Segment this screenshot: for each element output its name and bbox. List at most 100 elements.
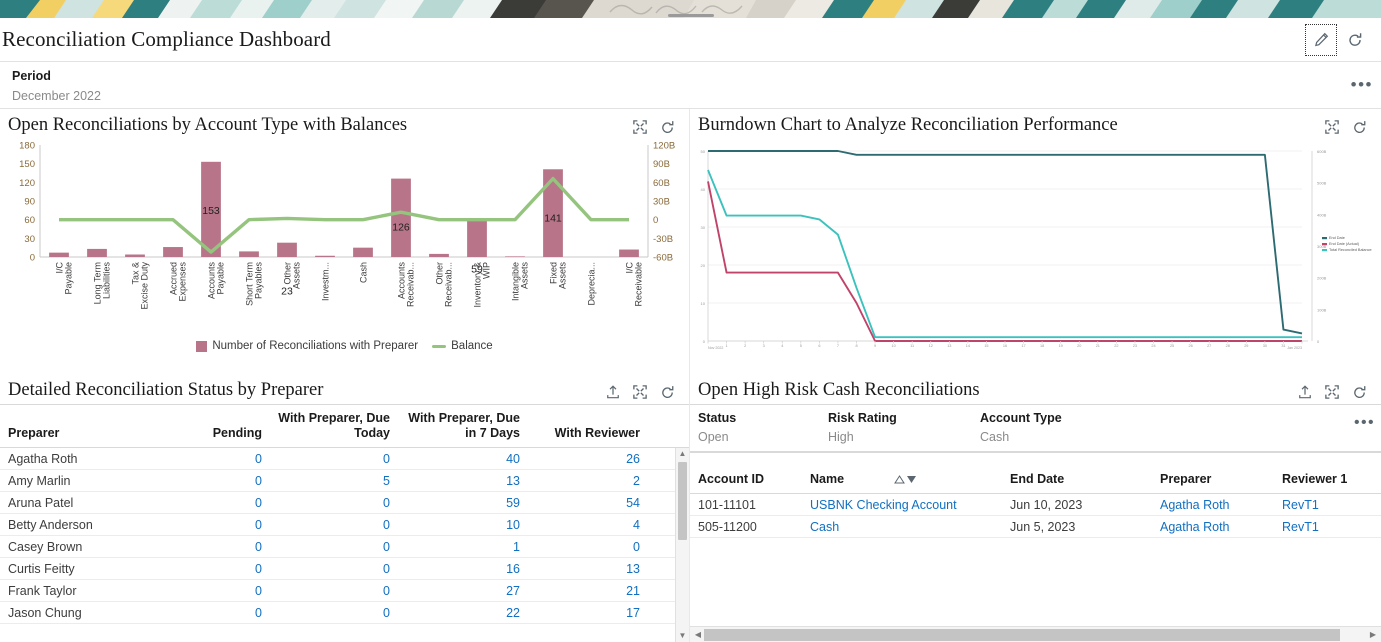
svg-text:60B: 60B <box>653 178 670 189</box>
cell-pending[interactable]: 0 <box>200 492 270 514</box>
col-header-preparer[interactable]: Preparer <box>1152 470 1274 489</box>
col-header-due-7-days[interactable]: With Preparer, Due in 7 Days <box>398 409 528 443</box>
cell-preparer[interactable]: Agatha Roth <box>1152 516 1274 538</box>
legend-item-reconciliations: Number of Reconciliations with Preparer <box>196 340 418 352</box>
cell-reviewer-1[interactable]: RevT1 <box>1274 516 1374 538</box>
refresh-icon[interactable] <box>655 380 679 404</box>
period-more-menu[interactable]: ••• <box>1351 76 1373 93</box>
cell-pending[interactable]: 0 <box>200 470 270 492</box>
cell-with-reviewer[interactable]: 13 <box>528 558 648 580</box>
cell-due-7-days[interactable]: 10 <box>398 514 528 536</box>
maximize-icon[interactable] <box>628 115 652 139</box>
cell-reviewer-1[interactable]: RevT1 <box>1274 494 1374 516</box>
cell-pending[interactable]: 0 <box>200 580 270 602</box>
open-reconciliations-chart[interactable]: 0 30 60 90 120 150 180 -60B -30B 0 30B 60B 90B 120B 15… <box>4 139 686 339</box>
cell-due-today[interactable]: 0 <box>270 580 398 602</box>
cell-pending[interactable]: 0 <box>200 514 270 536</box>
cell-due-today[interactable]: 0 <box>270 448 398 470</box>
filter-value[interactable]: Cash <box>980 429 1062 445</box>
cell-with-reviewer[interactable]: 4 <box>528 514 648 536</box>
col-header-end-date[interactable]: End Date <box>1002 470 1152 489</box>
cell-pending[interactable]: 0 <box>200 536 270 558</box>
cell-preparer[interactable]: Agatha Roth <box>1152 494 1274 516</box>
cell-due-7-days[interactable]: 27 <box>398 580 528 602</box>
scrollbar-thumb[interactable] <box>704 628 1341 641</box>
cell-pending[interactable]: 0 <box>200 558 270 580</box>
export-icon[interactable] <box>1293 380 1317 404</box>
cell-with-reviewer[interactable]: 21 <box>528 580 648 602</box>
banner-drag-handle[interactable] <box>667 14 714 17</box>
scroll-right-arrow-icon[interactable]: ▶ <box>1367 630 1379 639</box>
table-row[interactable]: 101-11101 USBNK Checking Account Jun 10, 2… <box>690 494 1381 516</box>
col-header-with-reviewer[interactable]: With Reviewer <box>528 424 648 443</box>
cell-with-reviewer[interactable]: 26 <box>528 448 648 470</box>
table-row[interactable]: Jason Chung 0 0 22 17 <box>0 602 689 624</box>
table-row[interactable]: 505-11200 Cash Jun 5, 2023 Agatha Roth RevT1 <box>690 516 1381 538</box>
table-row[interactable]: Curtis Feitty 0 0 16 13 <box>0 558 689 580</box>
maximize-icon[interactable] <box>1320 115 1344 139</box>
cell-due-today[interactable]: 0 <box>270 492 398 514</box>
table-row[interactable]: Frank Taylor 0 0 27 21 <box>0 580 689 602</box>
table-row[interactable]: Casey Brown 0 0 1 0 <box>0 536 689 558</box>
col-header-due-today[interactable]: With Preparer, Due Today <box>270 409 398 443</box>
scrollbar-thumb[interactable] <box>678 462 687 540</box>
svg-text:90B: 90B <box>653 159 670 170</box>
filter-label: Status <box>698 411 737 425</box>
cell-name[interactable]: Cash <box>802 516 1002 538</box>
cell-with-reviewer[interactable]: 2 <box>528 470 648 492</box>
sort-descending-icon[interactable] <box>906 475 917 484</box>
cell-due-7-days[interactable]: 16 <box>398 558 528 580</box>
cell-due-7-days[interactable]: 59 <box>398 492 528 514</box>
refresh-icon[interactable] <box>1341 26 1369 54</box>
decorative-banner <box>0 0 1381 18</box>
col-header-pending[interactable]: Pending <box>200 424 270 443</box>
svg-text:11: 11 <box>910 344 914 348</box>
svg-text:126: 126 <box>392 222 410 234</box>
cell-due-7-days[interactable]: 40 <box>398 448 528 470</box>
svg-text:10: 10 <box>892 344 896 348</box>
col-header-preparer[interactable]: Preparer <box>0 424 200 443</box>
burndown-chart[interactable]: 010203040500100B200B300B400B500B600BNov … <box>690 139 1381 374</box>
series-total-reconciled-balance <box>707 169 1302 339</box>
sort-control[interactable] <box>893 475 917 484</box>
col-header-reviewer-1[interactable]: Reviewer 1 <box>1274 470 1374 489</box>
col-header-account-id[interactable]: Account ID <box>690 470 802 489</box>
cell-due-today[interactable]: 0 <box>270 536 398 558</box>
cell-due-7-days[interactable]: 1 <box>398 536 528 558</box>
table-row[interactable]: Agatha Roth 0 0 40 26 <box>0 448 689 470</box>
table-row[interactable]: Aruna Patel 0 0 59 54 <box>0 492 689 514</box>
refresh-icon[interactable] <box>1347 115 1371 139</box>
cell-due-today[interactable]: 0 <box>270 558 398 580</box>
cell-pending[interactable]: 0 <box>200 602 270 624</box>
table-row[interactable]: Betty Anderson 0 0 10 4 <box>0 514 689 536</box>
filter-value[interactable]: Open <box>698 429 812 445</box>
period-value[interactable]: December 2022 <box>12 89 1369 104</box>
filter-value[interactable]: High <box>828 429 964 445</box>
refresh-icon[interactable] <box>1347 380 1371 404</box>
detail-table-scrollbar[interactable]: ▲ ▼ <box>675 448 689 642</box>
cell-with-reviewer[interactable]: 17 <box>528 602 648 624</box>
cell-due-today[interactable]: 0 <box>270 602 398 624</box>
cell-name[interactable]: USBNK Checking Account <box>802 494 1002 516</box>
table-row[interactable]: Amy Marlin 0 5 13 2 <box>0 470 689 492</box>
pencil-icon[interactable] <box>1305 23 1337 56</box>
refresh-icon[interactable] <box>655 115 679 139</box>
cell-pending[interactable]: 0 <box>200 448 270 470</box>
maximize-icon[interactable] <box>1320 380 1344 404</box>
col-header-name[interactable]: Name <box>802 470 1002 489</box>
cell-due-today[interactable]: 5 <box>270 470 398 492</box>
scrollbar-track[interactable] <box>704 628 1367 641</box>
high-risk-more-menu[interactable]: ••• <box>1354 415 1375 431</box>
cell-with-reviewer[interactable]: 54 <box>528 492 648 514</box>
scroll-down-arrow-icon[interactable]: ▼ <box>679 632 687 640</box>
cell-with-reviewer[interactable]: 0 <box>528 536 648 558</box>
scroll-up-arrow-icon[interactable]: ▲ <box>679 450 687 458</box>
cell-due-7-days[interactable]: 22 <box>398 602 528 624</box>
cell-due-today[interactable]: 0 <box>270 514 398 536</box>
cell-due-7-days[interactable]: 13 <box>398 470 528 492</box>
sort-ascending-icon[interactable] <box>893 475 905 484</box>
high-risk-horizontal-scrollbar[interactable]: ◀ ▶ <box>690 626 1381 642</box>
scroll-left-arrow-icon[interactable]: ◀ <box>692 630 704 639</box>
export-icon[interactable] <box>601 380 625 404</box>
maximize-icon[interactable] <box>628 380 652 404</box>
